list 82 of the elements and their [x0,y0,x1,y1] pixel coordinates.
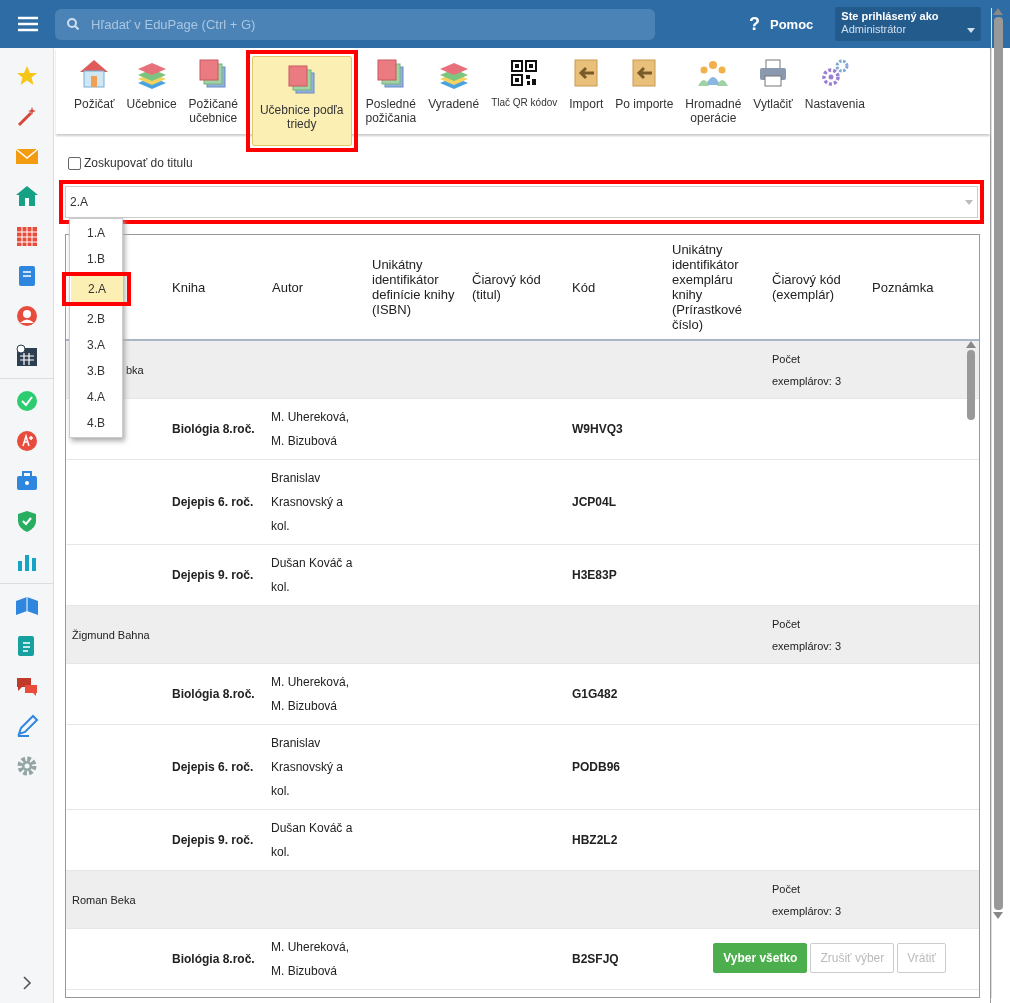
toolbar-button[interactable]: Import [565,50,608,116]
checkbox-label[interactable]: Zoskupovať do titulu [84,156,193,170]
toolbar-button[interactable]: Učebnice podľa triedy [251,56,352,146]
toolbar-button[interactable]: Po importe [611,50,678,116]
search-field[interactable]: Hľadať v EduPage (Ctrl + G) [55,8,655,40]
search-field[interactable]: Hľadať v EduPage (Ctrl + G) [89,15,643,33]
dropdown-option[interactable]: 3.B [70,358,122,384]
reader-name: Roman Beka [72,893,136,906]
timetable-icon[interactable] [14,224,39,248]
group-row[interactable]: Roman Beka Počet exemplárov: 3 [66,871,979,929]
briefcase-icon[interactable] [14,469,39,493]
column-header[interactable]: Čiarový kód (titul) [466,272,566,302]
code-cell-text: B2SFJQ [571,952,620,966]
class-select[interactable]: 2.A [65,186,978,218]
author-cell-text: M. Uhereková, M. Bizubová [270,939,351,980]
toolbar-button[interactable]: Vyradené [424,50,484,116]
toolbar-button[interactable]: Požičať [70,50,119,116]
person-icon[interactable] [14,304,39,328]
book-cell-text: Biológia 8.roč. [171,422,256,436]
code-cell-text: PODB96 [571,760,622,774]
dropdown-option[interactable]: 2.B [70,306,122,332]
dropdown-option[interactable]: 4.B [70,410,122,436]
author-cell-text: M. Uhereková, M. Bizubová [270,409,351,450]
book-cell-text: Dejepis 9. roč. [171,833,255,847]
code-cell-text: G1G482 [571,687,619,701]
toolbar-button[interactable]: Hromadné operácie [681,50,746,130]
toolbar-button[interactable]: Požičané učebnice [184,50,242,130]
reader-name: Žigmund Bahna [72,628,150,641]
checkbox[interactable] [68,156,81,170]
grade-icon[interactable] [14,429,39,453]
menu-icon[interactable] [17,16,38,32]
book-cell-text: Dejepis 9. roč. [171,568,255,582]
pages-icon [285,63,318,95]
author-cell-text: Dušan Kováč a kol. [270,820,354,861]
search-icon [67,18,79,30]
pencil-icon[interactable] [14,714,39,738]
note-cell-text: Počet exemplárov: 3 [771,616,843,654]
check-badge-icon[interactable] [14,389,39,413]
scroll-thumb[interactable] [967,350,975,420]
help-link[interactable]: ? Pomoc [749,13,814,35]
toolbar-button[interactable]: Učebnice [122,50,181,116]
column-header[interactable]: Kód [566,279,666,295]
open-book-icon[interactable] [14,594,39,618]
dropdown-option[interactable]: 2.A [71,276,123,302]
book-cell-text: Dejepis 6. roč. [171,495,255,509]
author-cell-text: Dušan Kováč a kol. [270,555,354,596]
note-cell-text: Počet exemplárov: 3 [771,881,843,919]
caret-icon [967,28,976,33]
dropdown-arrow-icon [965,199,973,205]
book-cell-text: Dejepis 6. roč. [171,760,255,774]
book-cell-text: Biológia 8.roč. [171,952,256,966]
column-header[interactable]: Autor [266,279,366,295]
column-header[interactable]: Poznámka [866,279,964,295]
column-header[interactable]: Čiarový kód (exemplár) [766,272,866,302]
note-cell-text: Počet exemplárov: 3 [771,351,843,389]
author-cell-text: M. Uhereková, M. Bizubová [270,674,351,715]
user-menu[interactable]: Ste prihlásený ako Administrátor [835,7,982,41]
scroll-up-icon[interactable] [966,341,976,348]
column-header[interactable]: Unikátny identifikátor definície knihy (ISBN) [366,257,466,317]
book-cell-text: Biológia 8.roč. [171,687,256,701]
code-cell-text: H3E83P [571,568,618,582]
group-row[interactable]: Žigmund Bahna Počet exemplárov: 3 [66,606,979,664]
code-cell-text: HBZ2L2 [571,833,619,847]
column-header[interactable]: Unikátny identifikátor exempláru knihy (Prírastkové číslo) [666,242,766,332]
dropdown-option[interactable]: 1.A [70,220,122,246]
code-cell-text: W9HVQ3 [571,422,624,436]
dropdown-option[interactable]: 1.B [70,246,122,272]
calendar-icon[interactable] [14,344,39,368]
code-cell-text: JCP04L [571,495,618,509]
chevron-right-icon[interactable] [21,976,32,990]
scroll-thumb[interactable] [993,17,1003,910]
author-cell-text: Branislav Krasnovský a kol. [270,735,345,800]
scroll-down-icon[interactable] [993,912,1003,919]
author-cell-text: Branislav Krasnovský a kol. [270,470,345,535]
toolbar-button[interactable]: Posledné požičania [361,50,421,130]
toolbar-button[interactable]: Nastavenia [800,50,869,116]
reader-name: bka [126,363,144,376]
toolbar-button[interactable]: Vytlačiť [749,50,797,116]
column-header[interactable]: Kniha [166,279,266,295]
toolbar-button[interactable]: Tlač QR kódov [487,50,562,113]
pages-icon [374,57,407,89]
home-icon[interactable] [14,184,39,208]
